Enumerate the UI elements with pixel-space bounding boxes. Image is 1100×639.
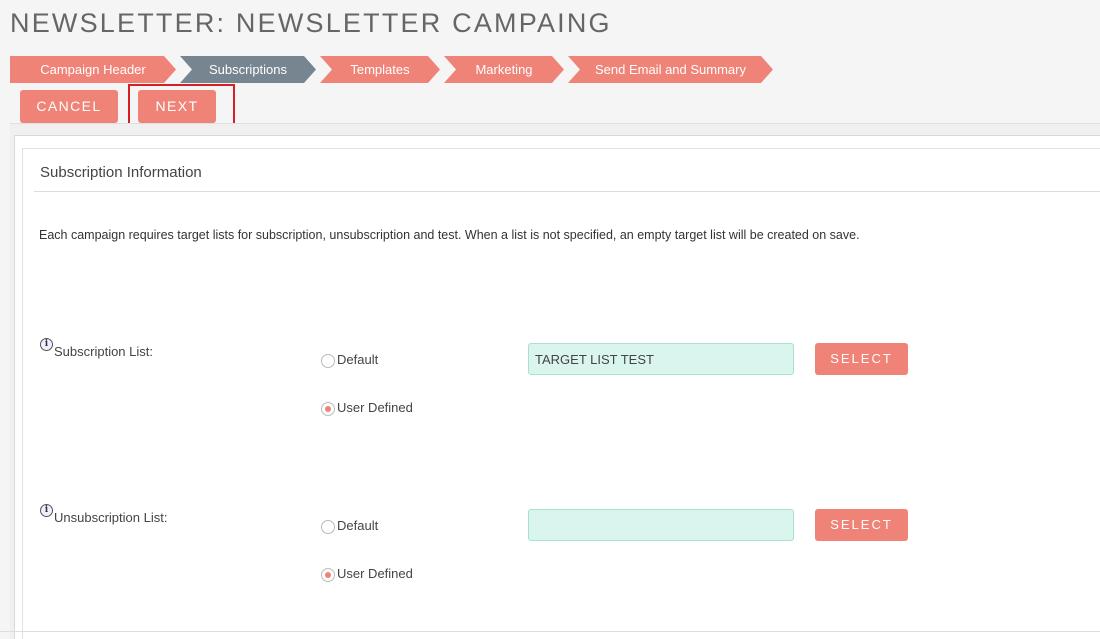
step-subscriptions[interactable]: Subscriptions [180, 56, 316, 83]
info-icon[interactable]: i [40, 338, 53, 351]
unsubscription-default-label: Default [337, 518, 379, 533]
step-marketing[interactable]: Marketing [444, 56, 564, 83]
subscription-user-defined-label: User Defined [337, 400, 413, 415]
page-bottom-divider [0, 631, 1100, 632]
page-title: NEWSLETTER: NEWSLETTER CAMPAING [10, 8, 612, 38]
unsubscription-user-defined-label: User Defined [337, 566, 413, 581]
subscription-select-button[interactable]: SELECT [815, 343, 908, 375]
step-templates[interactable]: Templates [320, 56, 440, 83]
subscription-list-input[interactable] [528, 343, 794, 375]
unsubscription-list-label: Unsubscription List: [54, 510, 168, 525]
step-send-email-summary[interactable]: Send Email and Summary [568, 56, 773, 83]
next-button[interactable]: NEXT [138, 90, 216, 123]
step-campaign-header[interactable]: Campaign Header [10, 56, 176, 83]
section-divider [34, 191, 1100, 192]
subscription-panel [22, 148, 1100, 639]
unsubscription-select-button[interactable]: SELECT [815, 509, 908, 541]
info-icon[interactable]: i [40, 504, 53, 517]
subscription-default-label: Default [337, 352, 379, 367]
section-description: Each campaign requires target lists for … [39, 228, 860, 242]
subscription-default-radio[interactable] [321, 354, 335, 368]
unsubscription-user-defined-radio[interactable] [321, 568, 335, 582]
unsubscription-list-input[interactable] [528, 509, 794, 541]
cancel-button[interactable]: CANCEL [20, 90, 118, 123]
subscription-user-defined-radio[interactable] [321, 402, 335, 416]
section-title: Subscription Information [40, 164, 202, 181]
subscription-list-label: Subscription List: [54, 344, 153, 359]
unsubscription-default-radio[interactable] [321, 520, 335, 534]
